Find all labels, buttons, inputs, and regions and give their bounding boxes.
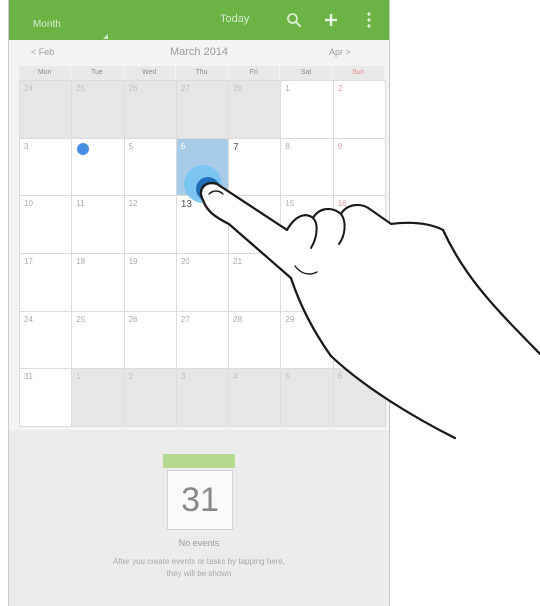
- day-cell[interactable]: 1: [72, 369, 125, 427]
- day-number: 20: [180, 257, 190, 266]
- day-number: 9: [337, 141, 343, 151]
- day-number: 2: [337, 84, 343, 93]
- calendar-icon-day: 31: [181, 481, 219, 519]
- day-number: 7: [233, 141, 239, 153]
- day-number: 11: [76, 199, 85, 209]
- today-button[interactable]: Today: [220, 13, 249, 25]
- day-cell[interactable]: 27: [176, 81, 230, 139]
- overflow-menu-icon[interactable]: [366, 10, 372, 30]
- day-cell[interactable]: 3: [20, 138, 73, 197]
- day-number: 12: [128, 199, 138, 209]
- weekday-label: Sat: [280, 66, 332, 80]
- day-number: 1: [285, 84, 290, 93]
- day-number: 26: [128, 314, 138, 324]
- no-events-title: No events: [178, 538, 220, 548]
- day-number: 27: [180, 84, 190, 93]
- day-number: 25: [76, 84, 86, 93]
- day-number: 24: [24, 84, 33, 93]
- day-cell[interactable]: 25: [72, 311, 125, 370]
- weekday-label: Wed: [123, 66, 175, 80]
- day-number: 10: [24, 199, 33, 209]
- day-number: 25: [76, 314, 86, 324]
- weekday-label-sunday: Sun: [332, 66, 384, 80]
- no-events-hint: After you create events or tasks by tapp…: [112, 557, 286, 578]
- calendar-icon-header: [163, 454, 235, 468]
- add-icon[interactable]: [321, 10, 341, 30]
- day-cell[interactable]: 18: [72, 254, 125, 312]
- search-icon[interactable]: [286, 12, 302, 28]
- weekday-label: Thu: [175, 66, 228, 80]
- day-cell[interactable]: 11: [72, 196, 125, 254]
- day-number: 18: [76, 257, 86, 266]
- day-number: 2: [128, 372, 134, 382]
- day-number: 1: [76, 372, 81, 382]
- next-month-button[interactable]: Apr >: [329, 47, 351, 57]
- day-cell[interactable]: 24: [20, 311, 73, 370]
- view-mode-label: Month: [33, 19, 61, 30]
- day-cell-today[interactable]: [72, 138, 125, 197]
- month-navigation: < Feb March 2014 Apr >: [9, 40, 389, 66]
- day-cell[interactable]: 28: [229, 81, 282, 139]
- weekday-label: Tue: [71, 66, 123, 80]
- empty-events-panel[interactable]: 31 No events After you create events or …: [9, 430, 389, 606]
- day-cell[interactable]: 19: [124, 254, 177, 312]
- calendar-icon-body: 31: [167, 470, 233, 530]
- day-number: 17: [24, 257, 33, 266]
- day-cell[interactable]: 5: [124, 138, 177, 197]
- day-number: 13: [180, 199, 192, 211]
- day-number: 5: [128, 141, 134, 151]
- day-number: 8: [285, 141, 290, 151]
- pointing-hand-icon: [199, 182, 540, 448]
- spinner-caret-icon: [103, 34, 108, 39]
- day-cell[interactable]: 10: [20, 196, 73, 254]
- day-cell[interactable]: 2: [124, 369, 177, 427]
- day-cell[interactable]: 31: [20, 369, 73, 427]
- day-number: 31: [24, 372, 33, 382]
- day-number: 6: [180, 141, 186, 151]
- day-cell[interactable]: 12: [124, 196, 177, 254]
- day-number: 19: [128, 257, 138, 266]
- day-cell[interactable]: 2: [333, 81, 386, 139]
- day-number: 24: [24, 314, 33, 324]
- day-cell[interactable]: 26: [124, 81, 177, 139]
- action-bar: Month Today: [9, 0, 389, 40]
- calendar-icon: 31: [163, 454, 235, 532]
- day-number: 3: [180, 372, 186, 382]
- weekday-header: Mon Tue Wed Thu Fri Sat Sun: [19, 66, 385, 80]
- day-cell[interactable]: 26: [124, 311, 177, 370]
- today-marker: [77, 142, 90, 155]
- view-mode-spinner[interactable]: Month: [17, 8, 108, 39]
- day-cell[interactable]: 1: [281, 81, 334, 139]
- day-cell[interactable]: 17: [20, 254, 73, 312]
- weekday-label: Fri: [228, 66, 280, 80]
- day-number: 3: [24, 141, 29, 151]
- day-number: 28: [233, 84, 243, 93]
- day-cell[interactable]: 25: [72, 81, 125, 139]
- day-cell[interactable]: 24: [20, 81, 73, 139]
- day-number: 26: [128, 84, 138, 93]
- day-number: 27: [180, 314, 190, 324]
- weekday-label: Mon: [19, 66, 71, 80]
